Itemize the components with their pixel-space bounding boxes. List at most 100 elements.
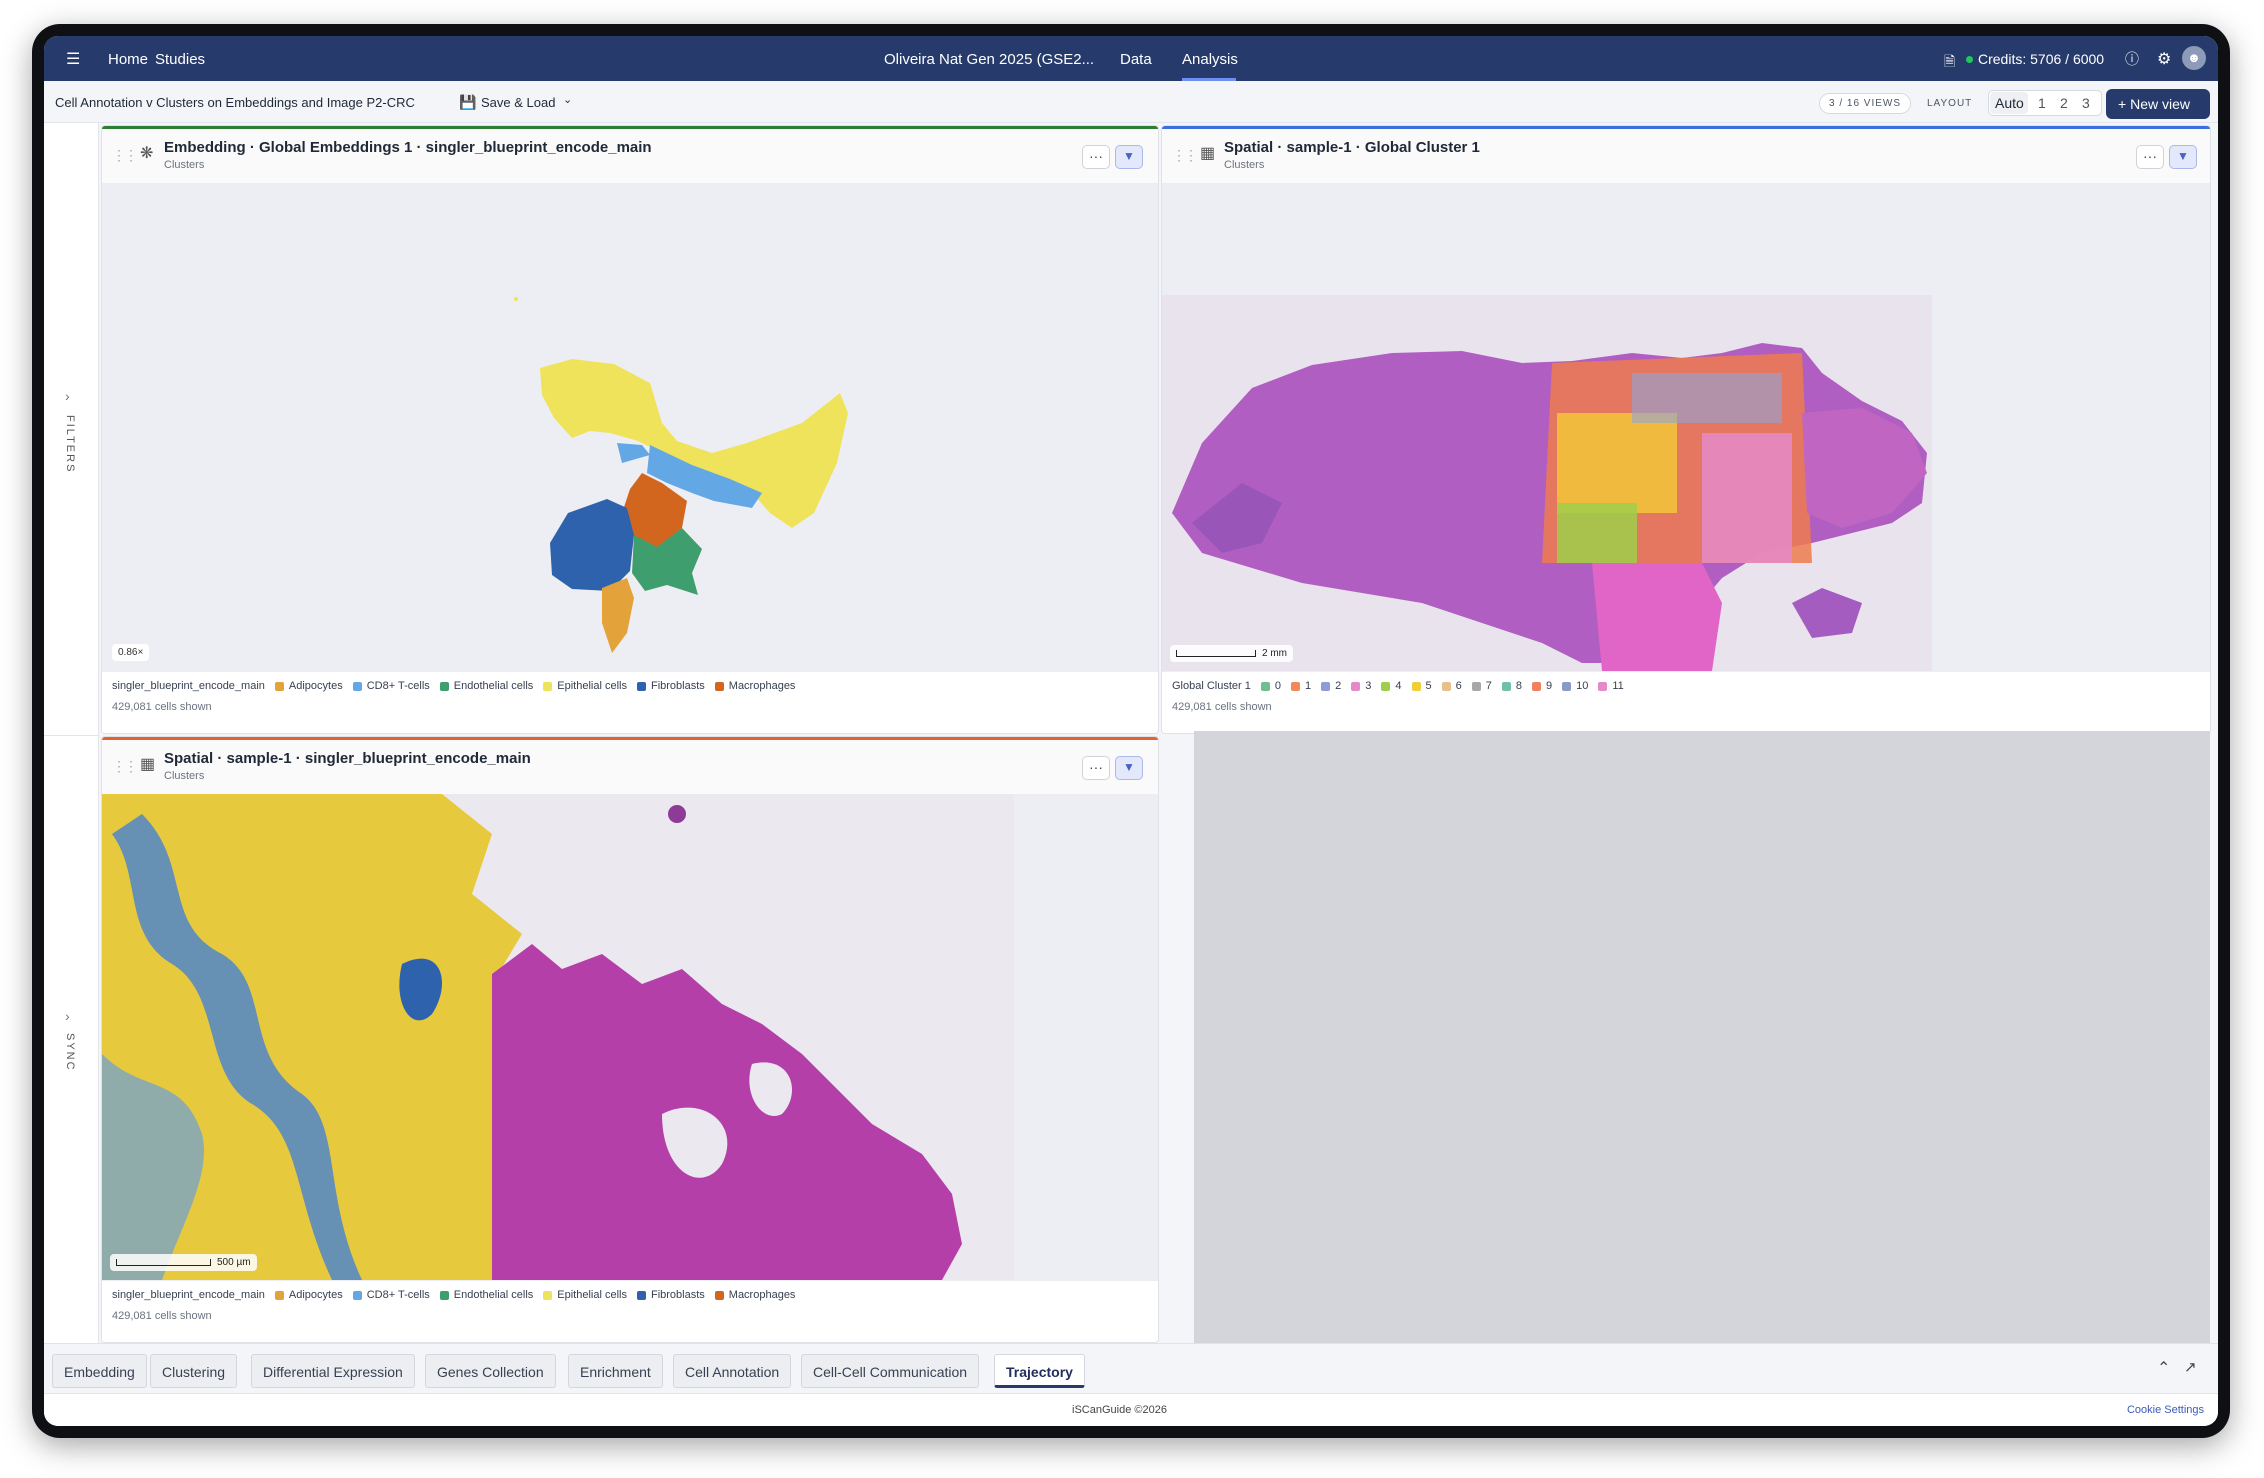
tissue-region [1592,563,1722,671]
tab-enrichment[interactable]: Enrichment [568,1354,663,1388]
tab-genes-collection[interactable]: Genes Collection [425,1354,556,1388]
legend-item[interactable]: CD8+ T-cells [367,680,430,692]
legend-item[interactable]: CD8+ T-cells [367,1289,430,1301]
spatial-tissue-view[interactable]: 500 µm [102,794,1158,1280]
legend-item[interactable]: Fibroblasts [651,1289,705,1301]
settings-gear-icon[interactable]: ⚙ [2157,49,2171,69]
filter-button[interactable]: ▼ [1115,145,1143,169]
new-view-label: New view [2130,96,2190,112]
scale-bar-line [116,1258,211,1266]
layout-option-1[interactable]: 1 [2038,95,2046,111]
save-load-icon[interactable]: 💾 [459,94,476,111]
sync-toggle[interactable]: SYNC [64,1033,76,1072]
legend: Global Cluster 1 0 1 2 3 4 5 6 7 8 9 10 … [1162,671,2210,733]
tab-clustering[interactable]: Clustering [150,1354,238,1388]
legend-swatch [439,1290,449,1300]
outlier-point [514,297,518,301]
legend-item[interactable]: Macrophages [729,680,796,692]
legend-item[interactable]: 10 [1576,680,1588,692]
legend-item[interactable]: Fibroblasts [651,680,705,692]
drag-handle-icon[interactable]: ⋮⋮ [112,147,138,164]
zoom-level: 0.86× [112,644,150,661]
layout-option-2[interactable]: 2 [2060,95,2068,111]
legend-item[interactable]: 1 [1305,680,1311,692]
filter-button[interactable]: ▼ [1115,756,1143,780]
user-avatar-icon[interactable]: ☻ [2182,46,2206,70]
tab-differential-expression[interactable]: Differential Expression [251,1354,415,1388]
tab-trajectory[interactable]: Trajectory [994,1354,1085,1388]
legend-swatch [543,1290,553,1300]
scale-bar-label: 500 µm [217,1257,251,1268]
legend-swatch [1532,681,1541,691]
legend-item[interactable]: Endothelial cells [454,1289,534,1301]
legend-swatch [1351,681,1361,691]
legend-item[interactable]: Epithelial cells [557,1289,627,1301]
new-view-button[interactable]: + New view [2106,89,2210,119]
legend-swatch [1598,681,1608,691]
external-link-icon[interactable]: ↗ [2184,1358,2197,1376]
panel-subtitle: Clusters [164,159,205,171]
legend-title: singler_blueprint_encode_main [112,1289,265,1301]
filters-toggle[interactable]: FILTERS [64,415,76,473]
legend-swatch [1471,681,1481,691]
filter-button[interactable]: ▼ [2169,145,2197,169]
legend-item[interactable]: 2 [1335,680,1341,692]
legend-item[interactable]: Adipocytes [289,1289,343,1301]
legend-item[interactable]: 3 [1365,680,1371,692]
drag-handle-icon[interactable]: ⋮⋮ [1172,147,1198,164]
nav-analysis[interactable]: Analysis [1182,51,1238,68]
help-icon[interactable]: ⓘ [2125,49,2139,69]
chevron-right-icon[interactable]: › [65,1008,70,1024]
legend-item[interactable]: 7 [1486,680,1492,692]
save-load-button[interactable]: Save & Load [481,95,555,110]
cells-shown-count: 429,081 cells shown [112,701,212,713]
top-navigation: ☰ Home Studies Oliveira Nat Gen 2025 (GS… [44,36,2218,81]
legend-item[interactable]: 9 [1546,680,1552,692]
table-icon: ▦ [140,756,156,773]
legend-item[interactable]: Adipocytes [289,680,343,692]
more-options-button[interactable]: ··· [1082,756,1110,780]
more-options-button[interactable]: ··· [2136,145,2164,169]
tab-cell-annotation[interactable]: Cell Annotation [673,1354,792,1388]
drag-handle-icon[interactable]: ⋮⋮ [112,758,138,775]
chevron-down-icon[interactable]: ⌄ [563,93,572,106]
tab-cell-cell-communication[interactable]: Cell-Cell Communication [801,1354,980,1388]
plus-icon: + [2118,96,2131,112]
legend-swatch [714,681,724,691]
embedding-plot[interactable]: 0.86× [102,183,1158,671]
legend-item[interactable]: Epithelial cells [557,680,627,692]
layout-option-auto[interactable]: Auto [1990,92,2028,114]
layout-option-3[interactable]: 3 [2082,95,2090,111]
spatial-tissue-view[interactable]: 2 mm [1162,183,2210,671]
cookie-settings-link[interactable]: Cookie Settings [2127,1404,2204,1416]
more-options-button[interactable]: ··· [1082,145,1110,169]
credits-status-dot [1966,56,1973,63]
legend-item[interactable]: 4 [1395,680,1401,692]
panel-title: Embedding · Global Embeddings 1 · single… [164,139,652,156]
chevron-up-icon[interactable]: ⌃ [2157,1358,2170,1378]
tab-embedding[interactable]: Embedding [52,1354,147,1388]
scale-bar: 2 mm [1170,645,1293,662]
legend-swatch [1381,681,1391,691]
nav-home[interactable]: Home [108,51,148,68]
legend-item[interactable]: 8 [1516,680,1522,692]
legend-swatch [714,1290,724,1300]
chevron-right-icon[interactable]: › [65,388,70,404]
legend-item[interactable]: 6 [1456,680,1462,692]
study-title[interactable]: Oliveira Nat Gen 2025 (GSE2... [884,51,1094,68]
legend-swatch [439,681,449,691]
nav-data[interactable]: Data [1120,51,1152,68]
legend-item[interactable]: Macrophages [729,1289,796,1301]
document-icon[interactable]: 🗎 [1944,51,1955,75]
legend: singler_blueprint_encode_main Adipocytes… [102,1280,1158,1342]
tissue-image [102,794,1014,1280]
nav-studies[interactable]: Studies [155,51,205,68]
legend-item[interactable]: 0 [1275,680,1281,692]
menu-icon[interactable]: ☰ [66,49,80,69]
legend-item[interactable]: 5 [1426,680,1432,692]
legend-swatch [274,681,284,691]
legend-item[interactable]: Endothelial cells [454,680,534,692]
analysis-tabs: Embedding Clustering Differential Expres… [44,1343,2218,1393]
legend-item[interactable]: 11 [1612,680,1623,692]
scale-bar-line [1176,649,1256,657]
